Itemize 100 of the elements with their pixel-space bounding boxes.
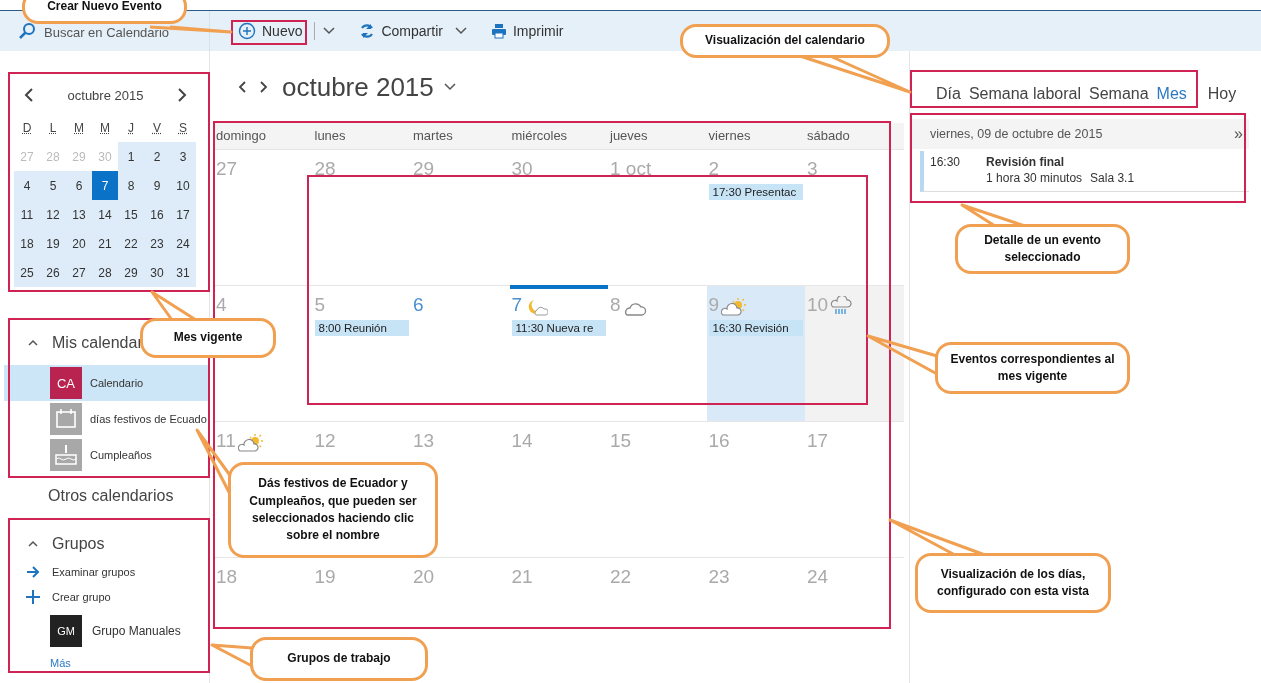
section-title[interactable]: Otros calendarios (48, 487, 209, 513)
weekday-header: lunes (312, 123, 411, 149)
chevron-right-icon[interactable] (258, 79, 270, 95)
mini-calendar-day[interactable]: 29 (118, 258, 144, 287)
mini-calendar-day[interactable]: 1 (118, 142, 144, 171)
day-number: 6 (413, 294, 424, 316)
weekday-label: V (152, 119, 162, 137)
mini-calendar-day[interactable]: 3 (170, 142, 196, 171)
callout-tooltip: Crear Nuevo Evento (22, 0, 187, 24)
mini-calendar-day[interactable]: 2 (144, 142, 170, 171)
toolbar-button[interactable]: Imprimir (486, 21, 568, 41)
mini-calendar-day[interactable]: 23 (144, 229, 170, 258)
sync-icon (359, 23, 376, 39)
caret-icon[interactable] (28, 339, 38, 347)
day-number: 27 (216, 158, 238, 180)
cake-icon (50, 439, 82, 471)
day-cell[interactable]: 7 11:30 Nueva re (509, 285, 608, 421)
day-number: 14 (511, 430, 533, 452)
group-action[interactable]: Crear grupo (0, 584, 209, 609)
event-chip[interactable]: 8:00 Reunión (314, 320, 409, 336)
mini-calendar-day[interactable]: 27 (66, 258, 92, 287)
callout-tooltip: Visualización de los días, configurado con esta vista (915, 553, 1111, 613)
mini-calendar-day[interactable]: 20 (66, 229, 92, 258)
expand-button[interactable]: » (1228, 124, 1249, 144)
mini-calendar-day[interactable]: 8 (118, 171, 144, 200)
event-chip[interactable]: 17:30 Presentac (708, 184, 803, 200)
view-tab[interactable]: Semana (1085, 85, 1153, 103)
weekday-header: martes (411, 123, 510, 149)
weekday-header: miércoles (509, 123, 608, 149)
view-tab[interactable]: Semana laboral (964, 85, 1085, 103)
mini-calendar-day[interactable]: 12 (40, 200, 66, 229)
view-tab[interactable]: Mes (1152, 85, 1191, 103)
calendar-item[interactable]: Cumpleaños (4, 437, 209, 473)
toolbar-button[interactable]: Nuevo (234, 20, 307, 42)
day-number: 22 (610, 566, 632, 588)
month-title[interactable]: octubre 2015 (282, 71, 434, 103)
mini-calendar-day[interactable]: 25 (14, 258, 40, 287)
event-detail-card[interactable]: 16:30 Revisión final 1 hora 30 minutos Sala 3.1 (920, 151, 1249, 192)
group-action[interactable]: Examinar grupos (0, 559, 209, 584)
mini-calendar-day[interactable]: 24 (170, 229, 196, 258)
mini-calendar-day[interactable]: 9 (144, 171, 170, 200)
calendar-badge: CA (50, 367, 82, 399)
group-item[interactable]: GM Grupo Manuales (0, 609, 209, 653)
mini-calendar-day[interactable]: 26 (40, 258, 66, 287)
view-tab[interactable]: Día (932, 85, 965, 103)
day-number: 1 oct (610, 158, 652, 180)
mini-calendar-day[interactable]: 16 (144, 200, 170, 229)
day-number: 11 (216, 430, 236, 452)
event-location: Sala 3.1 (1090, 171, 1135, 185)
day-cell[interactable]: 2 17:30 Presentac (706, 149, 805, 285)
mini-calendar-day[interactable]: 7 (92, 171, 118, 200)
toolbar-button[interactable]: Compartir (355, 21, 447, 41)
mini-calendar-day[interactable]: 11 (14, 200, 40, 229)
mini-calendar-day[interactable]: 17 (170, 200, 196, 229)
mini-calendar-day[interactable]: 28 (92, 258, 118, 287)
mini-calendar-day[interactable]: 21 (92, 229, 118, 258)
caret-icon[interactable] (443, 83, 456, 91)
day-number: 17 (807, 430, 829, 452)
mini-calendar-day[interactable]: 6 (66, 171, 92, 200)
mini-calendar-day[interactable]: 14 (92, 200, 118, 229)
leader-line (210, 643, 253, 668)
weekday-label: D (21, 119, 33, 137)
caret-icon[interactable] (28, 540, 38, 548)
day-number: 13 (413, 430, 435, 452)
mini-calendar-day[interactable]: 4 (14, 171, 40, 200)
mini-calendar-day[interactable]: 18 (14, 229, 40, 258)
section-title: Mis calendar (52, 334, 143, 352)
chevron-left-icon[interactable] (236, 79, 248, 95)
day-number: 21 (511, 566, 533, 588)
printer-icon (490, 23, 507, 39)
callout-tooltip: Visualización del calendario (680, 24, 890, 58)
day-cell[interactable]: 9 16:30 Revisión (706, 285, 805, 421)
sun-cloud-icon (237, 434, 264, 452)
search-field[interactable]: Buscar en Calendario (44, 25, 184, 40)
weekday-header: viernes (706, 123, 805, 149)
event-chip[interactable]: 16:30 Revisión (708, 320, 803, 336)
day-cell[interactable]: 5 8:00 Reunión (312, 285, 411, 421)
day-number: 7 (511, 294, 523, 316)
mini-calendar-day[interactable]: 15 (118, 200, 144, 229)
plus-icon (26, 589, 40, 604)
more-link[interactable]: Más (50, 657, 71, 669)
today-button[interactable]: Hoy (1203, 85, 1241, 103)
day-cell[interactable]: 6 (411, 285, 510, 421)
mini-calendar-day[interactable]: 19 (40, 229, 66, 258)
section-title: Grupos (52, 535, 105, 553)
mini-calendar-day[interactable]: 22 (118, 229, 144, 258)
day-number: 19 (314, 566, 336, 588)
chevron-right-icon[interactable] (177, 88, 187, 102)
mini-calendar-day[interactable]: 31 (170, 258, 196, 287)
mini-calendar-day[interactable]: 30 (144, 258, 170, 287)
mini-calendar-day[interactable]: 10 (170, 171, 196, 200)
calendar-item[interactable]: CA Calendario (4, 365, 209, 401)
caret-icon[interactable] (323, 27, 336, 35)
mini-calendar-day[interactable]: 5 (40, 171, 66, 200)
event-chip[interactable]: 11:30 Nueva re (511, 320, 606, 336)
mini-calendar-day[interactable]: 13 (66, 200, 92, 229)
calendar-item[interactable]: días festivos de Ecuado (4, 401, 209, 437)
caret-icon[interactable] (454, 27, 467, 35)
search-icon (18, 22, 36, 40)
chevron-left-icon[interactable] (24, 88, 34, 102)
